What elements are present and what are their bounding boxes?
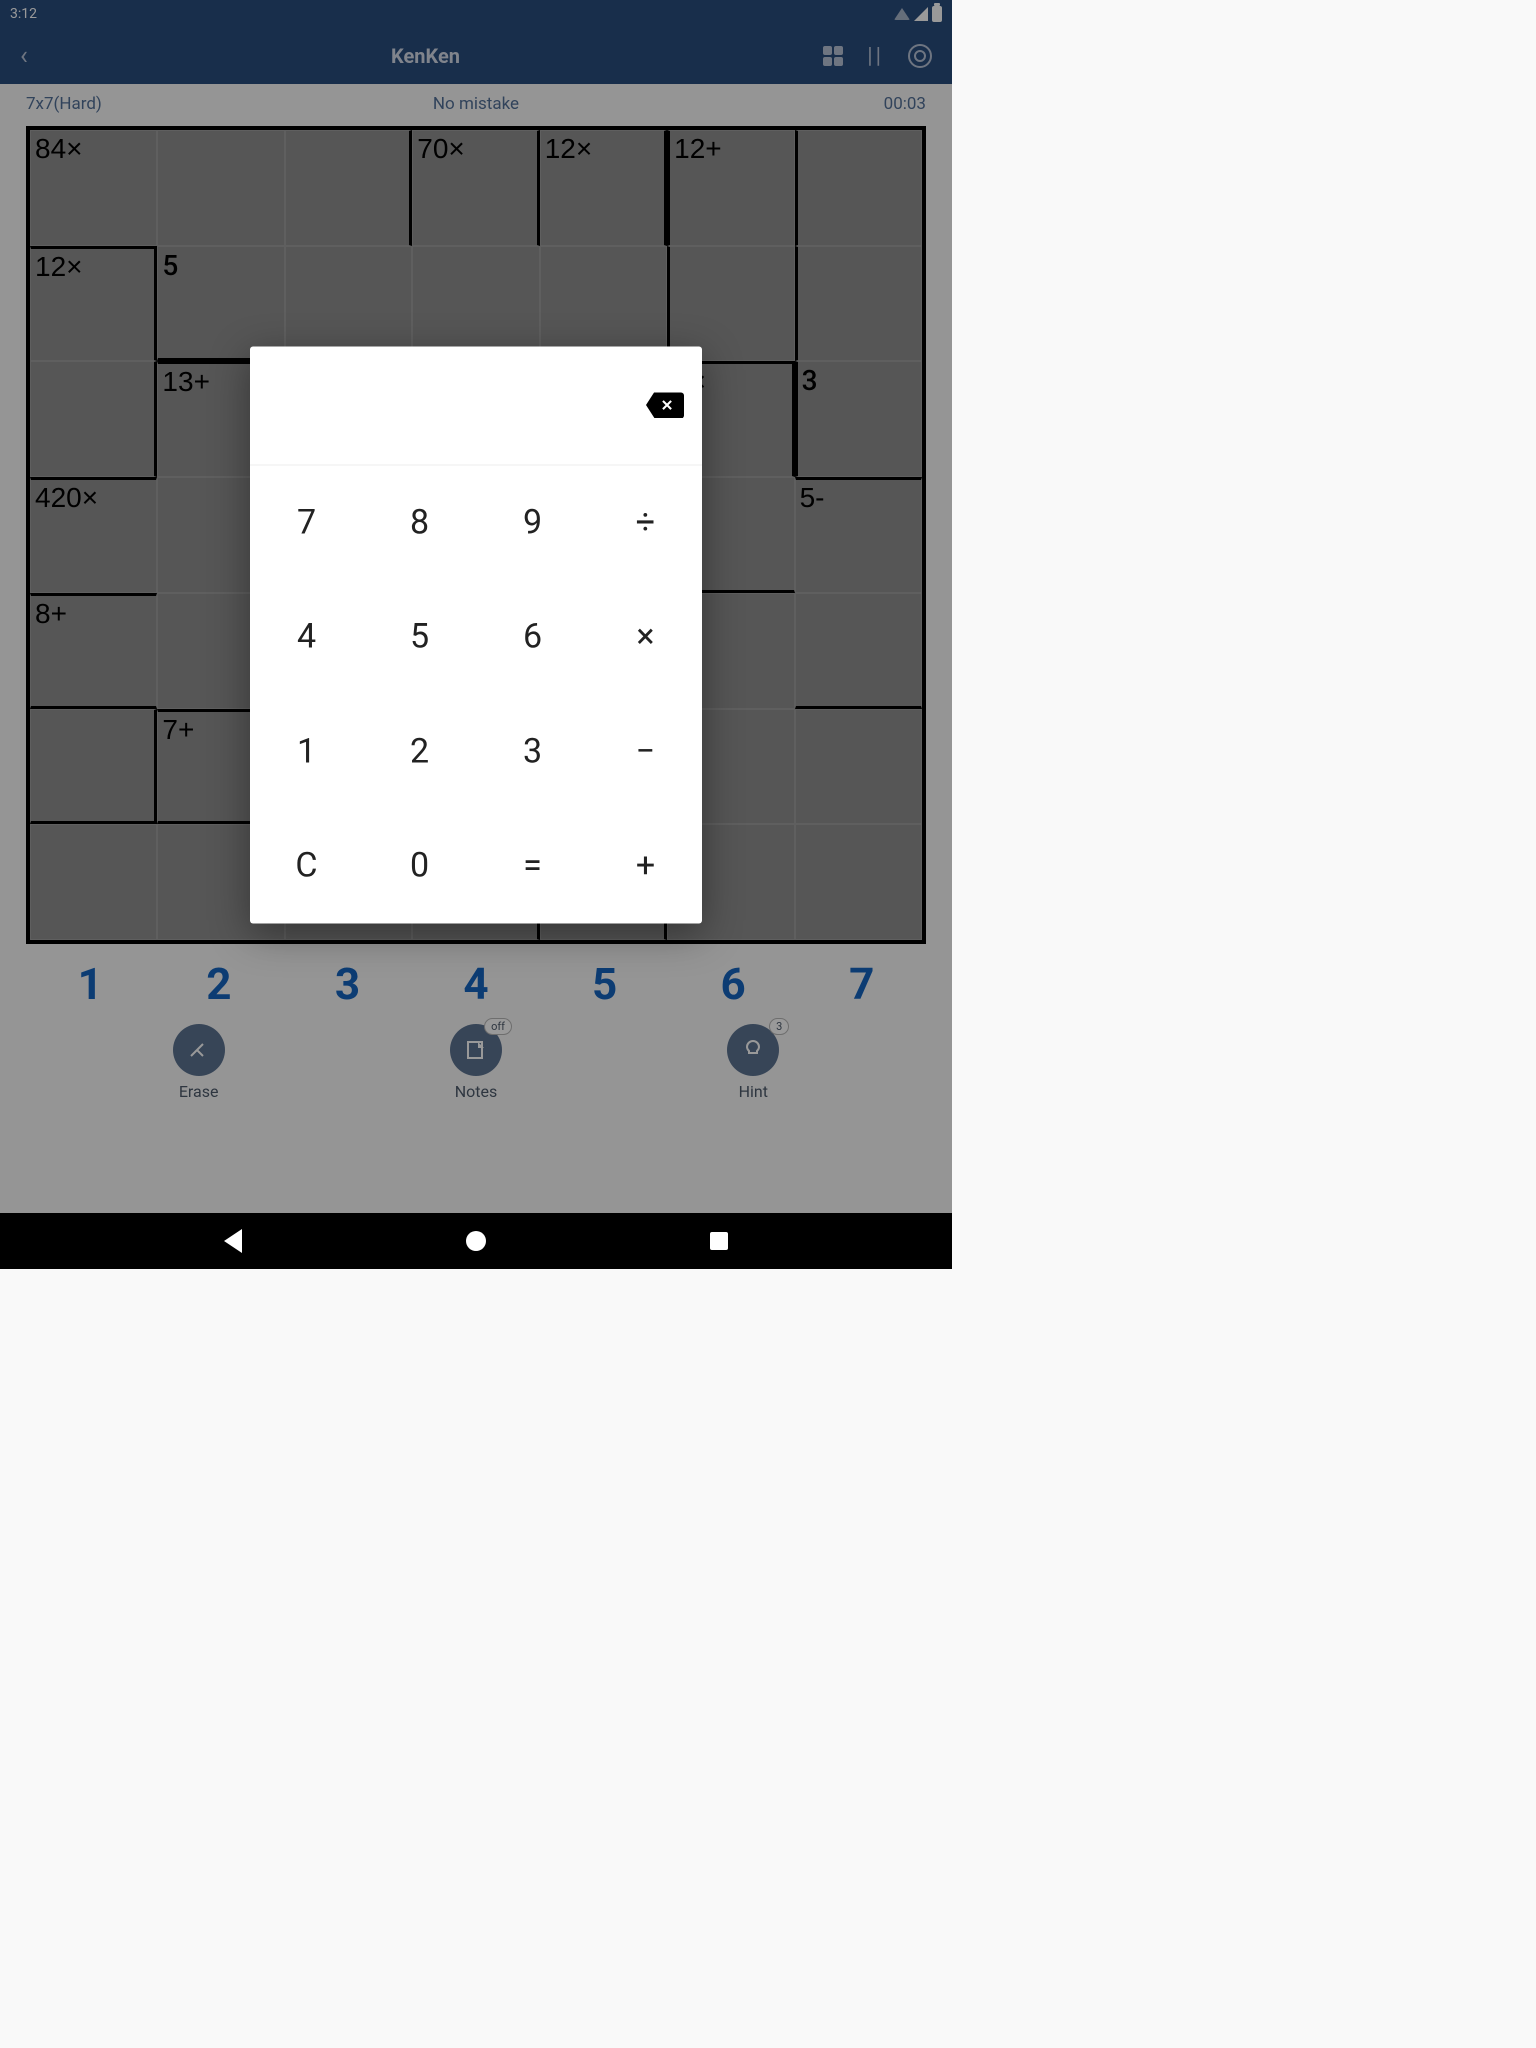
calc-key-1[interactable]: 1 bbox=[250, 694, 363, 809]
calculator-display: ✕ bbox=[250, 346, 702, 465]
calc-key-8[interactable]: 8 bbox=[363, 465, 476, 580]
system-nav-bar bbox=[0, 1213, 952, 1269]
calc-key-+[interactable]: + bbox=[589, 809, 702, 924]
nav-back-button[interactable] bbox=[224, 1229, 242, 1253]
calc-key-4[interactable]: 4 bbox=[250, 580, 363, 695]
calc-key-6[interactable]: 6 bbox=[476, 580, 589, 695]
nav-home-button[interactable] bbox=[466, 1231, 486, 1251]
calc-key-0[interactable]: 0 bbox=[363, 809, 476, 924]
calculator-dialog: ✕ 789÷ 456× 123− C0=+ bbox=[250, 346, 702, 923]
device-frame: 3:12 ‹ KenKen || 7x7(Hard) No mistake 00… bbox=[0, 0, 952, 1269]
calc-key-2[interactable]: 2 bbox=[363, 694, 476, 809]
backspace-button[interactable]: ✕ bbox=[646, 392, 684, 418]
calc-key-−[interactable]: − bbox=[589, 694, 702, 809]
calc-key-9[interactable]: 9 bbox=[476, 465, 589, 580]
calc-key-C[interactable]: C bbox=[250, 809, 363, 924]
calc-key-=[interactable]: = bbox=[476, 809, 589, 924]
calc-key-×[interactable]: × bbox=[589, 580, 702, 695]
nav-recent-button[interactable] bbox=[710, 1232, 728, 1250]
calculator-keypad: 789÷ 456× 123− C0=+ bbox=[250, 465, 702, 923]
calc-key-3[interactable]: 3 bbox=[476, 694, 589, 809]
calc-key-5[interactable]: 5 bbox=[363, 580, 476, 695]
calc-key-÷[interactable]: ÷ bbox=[589, 465, 702, 580]
calc-key-7[interactable]: 7 bbox=[250, 465, 363, 580]
